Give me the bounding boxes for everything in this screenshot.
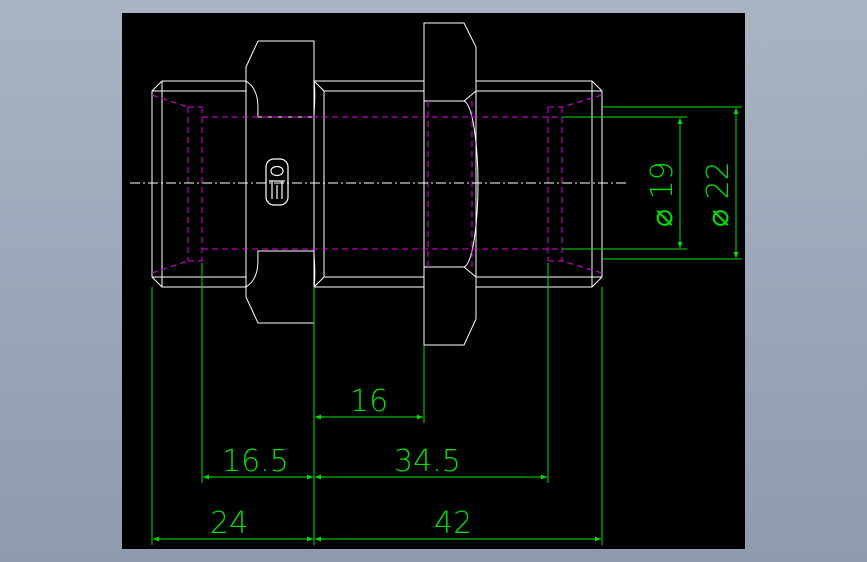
right-hex-nut bbox=[423, 22, 477, 346]
right-body-outline bbox=[476, 80, 603, 288]
manufacturer-logo-icon bbox=[265, 158, 289, 206]
part-outline bbox=[151, 22, 603, 346]
hidden-lines bbox=[151, 94, 603, 274]
left-hex-nut bbox=[245, 40, 315, 324]
dimension-diameter-22: ⌀ 22 bbox=[701, 161, 736, 227]
dimension-24: 24 bbox=[210, 506, 248, 541]
dimension-16: 16 bbox=[350, 384, 388, 419]
dimension-42: 42 bbox=[434, 506, 472, 541]
middle-body-outline bbox=[313, 80, 325, 288]
dimension-34-5: 34.5 bbox=[394, 444, 461, 479]
technical-drawing: 16 16.5 34.5 24 42 ⌀ 19 ⌀ 22 bbox=[130, 22, 742, 545]
dimension-diameter-19: ⌀ 19 bbox=[645, 161, 680, 227]
left-body-outline bbox=[151, 80, 247, 288]
dimension-16-5: 16.5 bbox=[222, 444, 289, 479]
cad-viewport[interactable]: 16 16.5 34.5 24 42 ⌀ 19 ⌀ 22 bbox=[122, 13, 745, 549]
